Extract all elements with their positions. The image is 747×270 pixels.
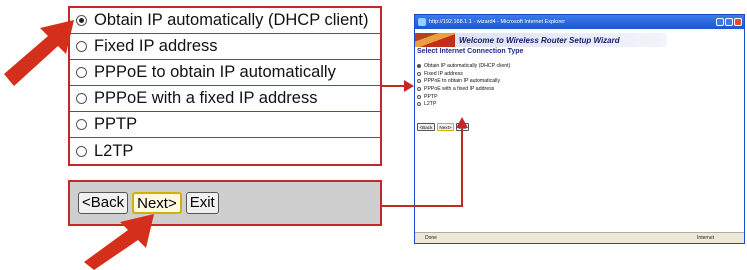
connector-arrowhead-list [404,80,414,92]
annotation-layer [4,20,468,270]
connector-arrowhead-buttons [456,117,468,128]
pointer-arrow-next [84,214,154,270]
connector-line-buttons [382,128,463,207]
pointer-arrow-dhcp [4,20,74,86]
